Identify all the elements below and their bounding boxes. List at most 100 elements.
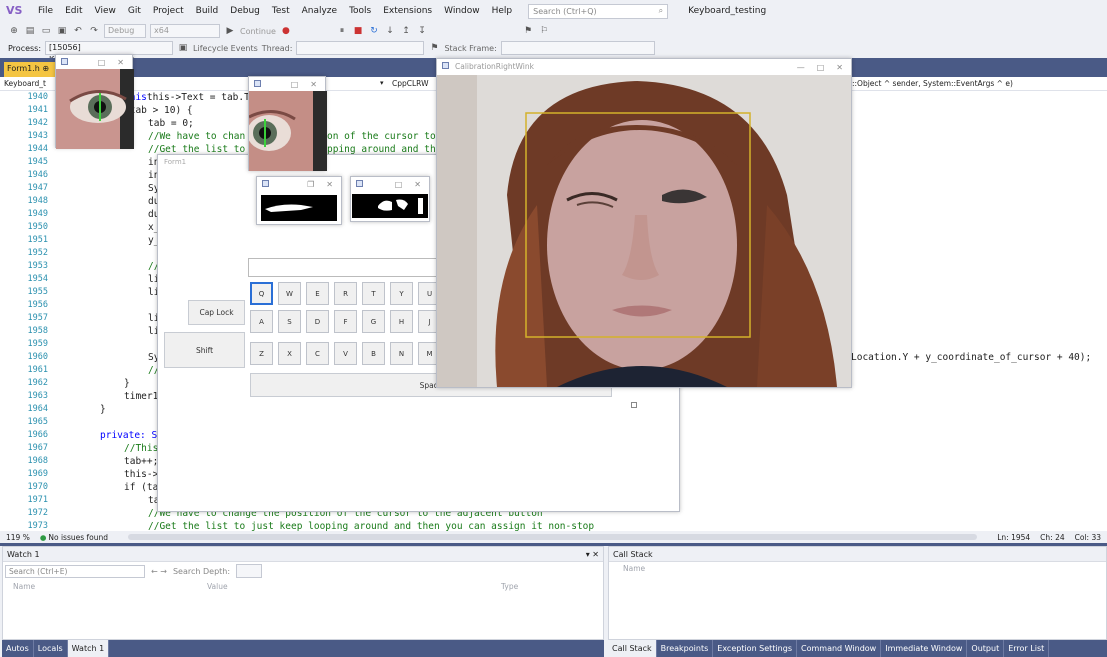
maximize-icon[interactable]: □ — [395, 180, 403, 189]
menu-analyze[interactable]: Analyze — [296, 0, 343, 22]
key-s[interactable]: S — [278, 310, 301, 333]
open-file-icon[interactable]: ▭ — [40, 26, 52, 36]
key-r[interactable]: R — [334, 282, 357, 305]
scope-nav-dropdown[interactable]: CppCLRW — [392, 79, 429, 88]
key-g[interactable]: G — [362, 310, 385, 333]
line-number: 1971 — [27, 495, 48, 505]
menu-tools[interactable]: Tools — [343, 0, 377, 22]
key-y[interactable]: Y — [390, 282, 413, 305]
member-nav-dropdown[interactable]: ::Object ^ sender, System::EventArgs ^ e… — [852, 79, 1013, 88]
configuration-dropdown[interactable]: Debug — [104, 24, 146, 38]
tab-immediate-window[interactable]: Immediate Window — [881, 640, 968, 657]
menu-extensions[interactable]: Extensions — [377, 0, 438, 22]
tab-breakpoints[interactable]: Breakpoints — [657, 640, 714, 657]
continue-button[interactable]: Continue — [240, 27, 276, 36]
menu-window[interactable]: Window — [438, 0, 486, 22]
key-c[interactable]: C — [306, 342, 329, 365]
key-d[interactable]: D — [306, 310, 329, 333]
line-number: 1945 — [27, 157, 48, 167]
project-nav-dropdown[interactable]: Keyboard_t — [4, 79, 46, 88]
step-over-icon[interactable]: ↓ — [384, 26, 396, 36]
key-h[interactable]: H — [390, 310, 413, 333]
line-number: 1943 — [27, 131, 48, 141]
stack-frame-dropdown[interactable] — [500, 41, 655, 55]
save-icon[interactable]: ▣ — [56, 26, 68, 36]
maximize-icon[interactable]: □ — [98, 58, 106, 67]
menu-file[interactable]: File — [32, 0, 59, 22]
lifecycle-events-button[interactable]: Lifecycle Events — [193, 44, 258, 53]
bookmark-icon[interactable]: ⚑ — [522, 26, 534, 36]
close-icon[interactable]: ✕ — [414, 180, 421, 189]
minimize-icon[interactable]: — — [797, 63, 805, 72]
close-icon[interactable]: ▾ ✕ — [586, 550, 599, 559]
line-number: 1942 — [27, 118, 48, 128]
key-n[interactable]: N — [390, 342, 413, 365]
thread-dropdown[interactable] — [296, 41, 425, 55]
new-project-icon[interactable]: ▤ — [24, 26, 36, 36]
close-icon[interactable]: ✕ — [310, 80, 317, 89]
tab-locals[interactable]: Locals — [34, 640, 68, 657]
menu-debug[interactable]: Debug — [224, 0, 266, 22]
search-input[interactable]: Search (Ctrl+Q) ⌕ — [528, 3, 669, 19]
cap-lock-button[interactable]: Cap Lock — [188, 300, 245, 325]
typed-text-input[interactable] — [248, 258, 438, 277]
menu-help[interactable]: Help — [486, 0, 519, 22]
maximize-icon[interactable]: □ — [817, 63, 825, 72]
continue-icon[interactable]: ▶ — [224, 26, 236, 36]
restore-icon[interactable]: ❐ — [307, 180, 314, 189]
platform-dropdown[interactable]: x64 — [150, 24, 220, 38]
key-z[interactable]: Z — [250, 342, 273, 365]
column-indicator: Col: 33 — [1074, 532, 1101, 542]
menu-project[interactable]: Project — [147, 0, 190, 22]
key-q[interactable]: Q — [250, 282, 273, 305]
restart-icon[interactable]: ↻ — [368, 26, 380, 36]
tab-error-list[interactable]: Error List — [1004, 640, 1050, 657]
tab-watch1[interactable]: Watch 1 — [67, 640, 110, 657]
menu-view[interactable]: View — [89, 0, 122, 22]
key-b[interactable]: B — [362, 342, 385, 365]
close-icon[interactable]: ✕ — [326, 180, 333, 189]
flag-icon[interactable]: ⚑ — [428, 43, 440, 53]
step-into-icon[interactable]: ↥ — [400, 26, 412, 36]
bookmark-next-icon[interactable]: ⚐ — [538, 26, 550, 36]
horizontal-scrollbar[interactable] — [128, 534, 978, 540]
maximize-icon[interactable]: □ — [291, 80, 299, 89]
tab-autos[interactable]: Autos — [2, 640, 34, 657]
key-t[interactable]: T — [362, 282, 385, 305]
tab-output[interactable]: Output — [967, 640, 1005, 657]
tab-form1-h[interactable]: Form1.h ⊕ — [4, 62, 56, 77]
undo-icon[interactable]: ↶ — [72, 26, 84, 36]
issues-status[interactable]: No issues found — [48, 533, 108, 542]
pin-icon[interactable]: ⊕ — [42, 64, 49, 73]
step-out-icon[interactable]: ↧ — [416, 26, 428, 36]
redo-icon[interactable]: ↷ — [88, 26, 100, 36]
watch-title-bar: Watch 1 ▾ ✕ — [3, 547, 603, 562]
close-icon[interactable]: ✕ — [117, 58, 124, 67]
menu-test[interactable]: Test — [266, 0, 296, 22]
tab-exception-settings[interactable]: Exception Settings — [713, 640, 797, 657]
search-depth-dropdown[interactable] — [236, 564, 263, 578]
watch-search-input[interactable]: Search (Ctrl+E) — [5, 564, 145, 578]
tab-command-window[interactable]: Command Window — [797, 640, 882, 657]
stop-icon[interactable]: ■ — [352, 26, 364, 36]
process-dropdown[interactable]: [15056] Keyboard_testing.exe — [45, 41, 174, 64]
close-icon[interactable]: ✕ — [836, 63, 843, 72]
checkbox[interactable] — [631, 402, 637, 408]
back-icon[interactable]: ← → — [151, 567, 167, 576]
menu-build[interactable]: Build — [190, 0, 225, 22]
zoom-level[interactable]: 119 % — [6, 533, 30, 542]
chevron-down-icon[interactable]: ▾ — [380, 79, 384, 87]
tab-call-stack[interactable]: Call Stack — [608, 640, 657, 657]
key-a[interactable]: A — [250, 310, 273, 333]
shift-button[interactable]: Shift — [164, 332, 245, 368]
key-w[interactable]: W — [278, 282, 301, 305]
key-e[interactable]: E — [306, 282, 329, 305]
menu-edit[interactable]: Edit — [59, 0, 88, 22]
back-icon[interactable]: ⊕ — [8, 26, 20, 36]
menu-git[interactable]: Git — [122, 0, 147, 22]
key-v[interactable]: V — [334, 342, 357, 365]
key-f[interactable]: F — [334, 310, 357, 333]
profiler-icon[interactable]: ● — [280, 26, 292, 36]
key-x[interactable]: X — [278, 342, 301, 365]
pause-icon[interactable]: ⏸ — [336, 26, 348, 36]
